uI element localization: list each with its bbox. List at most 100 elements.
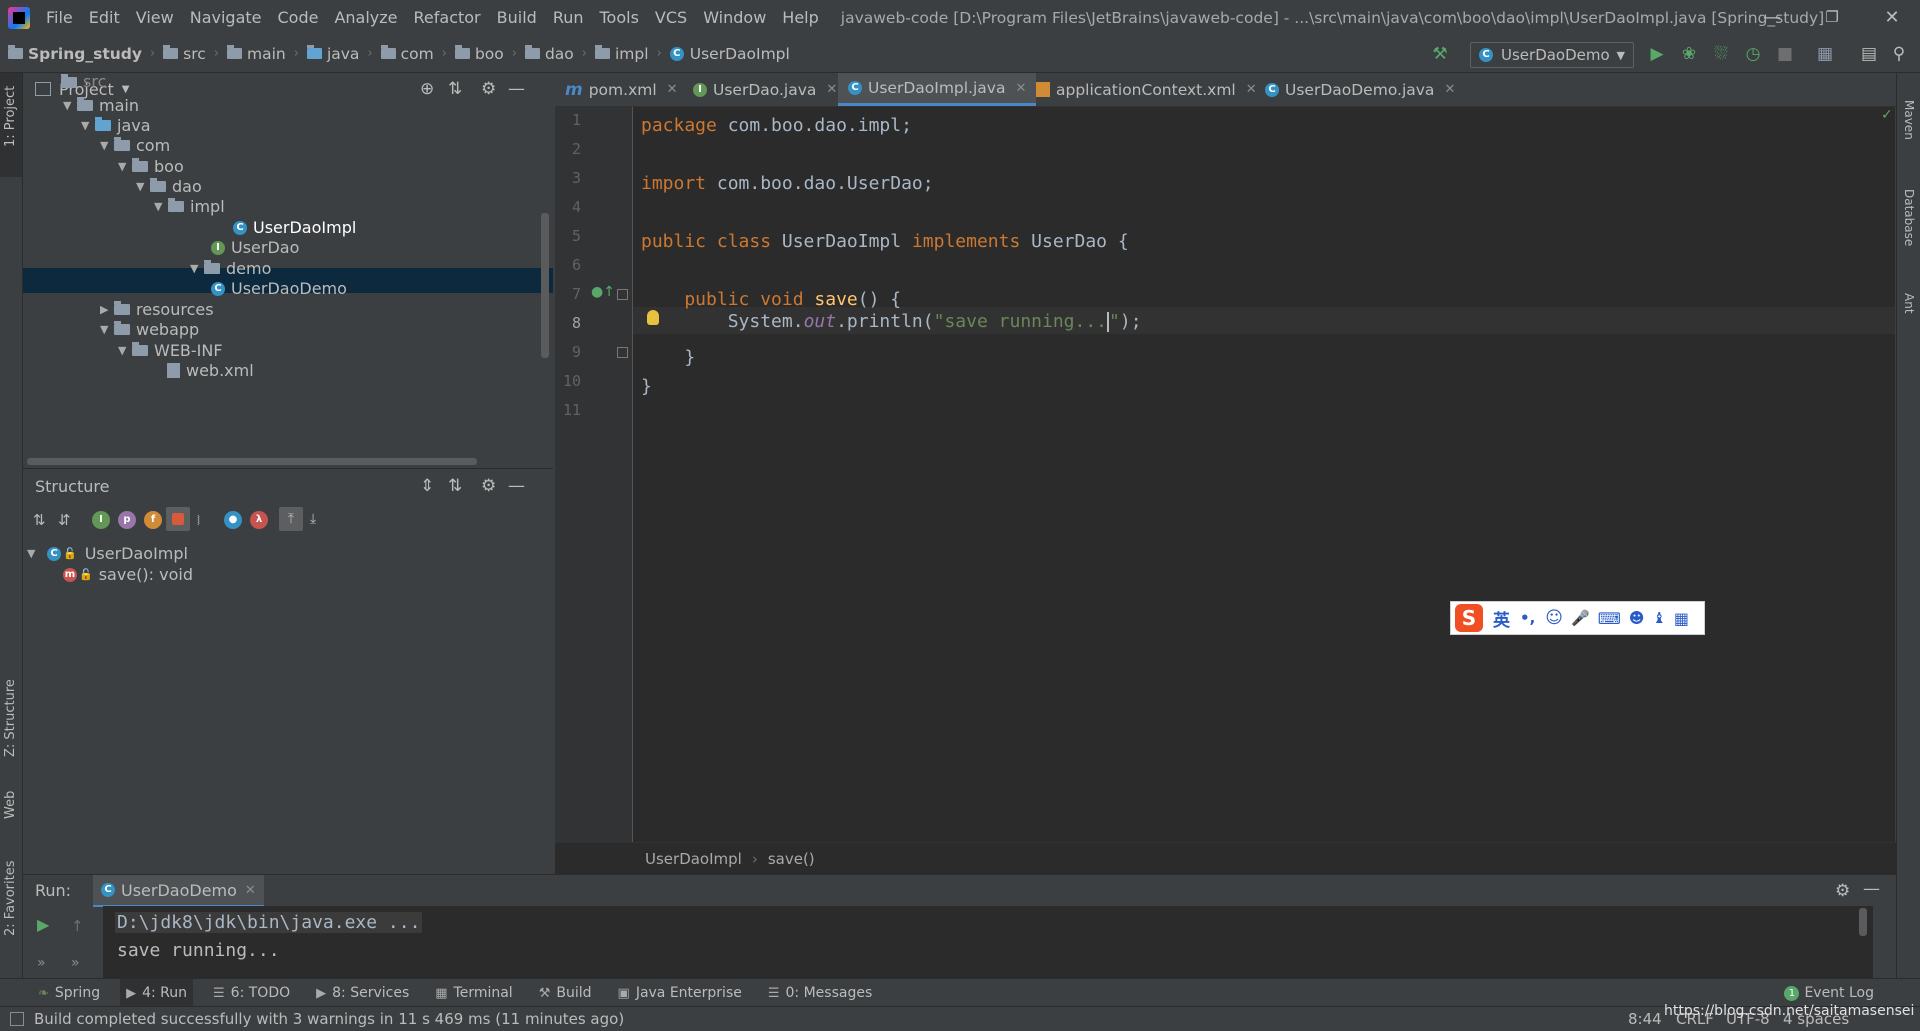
breadcrumb-impl[interactable]: impl › <box>587 45 662 63</box>
rerun-icon[interactable]: ▶ <box>37 915 49 934</box>
breadcrumb-boo[interactable]: boo › <box>447 45 517 63</box>
breadcrumb-main[interactable]: main › <box>219 45 299 63</box>
tool-windows-toggle-icon[interactable] <box>10 1012 24 1026</box>
menu-navigate[interactable]: Navigate <box>182 0 270 35</box>
close-tab-icon[interactable]: ✕ <box>1015 81 1026 96</box>
code-editor[interactable]: package com.boo.dao.impl; import com.boo… <box>633 107 1895 842</box>
skin-shirt-icon[interactable]: ♝ <box>1652 609 1665 627</box>
autoscroll-to-source-icon[interactable]: ⤒ <box>279 507 303 531</box>
status-message[interactable]: Build completed successfully with 3 warn… <box>34 1010 624 1028</box>
close-tab-icon[interactable]: ✕ <box>826 82 837 97</box>
maven-tool-tab[interactable]: Maven <box>1897 85 1920 155</box>
tool-tab-terminal[interactable]: ▦ Terminal <box>429 979 518 1007</box>
breadcrumb-java[interactable]: java › <box>299 45 373 63</box>
scroll-up-icon[interactable]: ↑ <box>71 917 84 935</box>
breadcrumb-class[interactable]: UserDaoImpl <box>645 850 742 868</box>
expand-triangle-icon[interactable]: ▼ <box>154 194 168 219</box>
sogou-logo-icon[interactable]: S <box>1455 604 1483 632</box>
breadcrumb-method[interactable]: save() <box>768 850 815 868</box>
expand-triangle-icon[interactable]: ▼ <box>100 133 114 158</box>
locate-icon[interactable]: ⊕ <box>420 79 434 99</box>
tree-item-src[interactable]: src <box>61 73 106 91</box>
gear-icon[interactable]: ⚙ <box>481 79 496 99</box>
run-tab-userdaodemo[interactable]: C UserDaoDemo ✕ <box>93 875 264 907</box>
breadcrumb-class[interactable]: C UserDaoImpl <box>662 45 790 63</box>
tool-tab-services[interactable]: ▶ 8: Services <box>310 979 415 1007</box>
expand-triangle-icon[interactable]: ▼ <box>100 317 114 342</box>
menu-file[interactable]: File <box>38 0 81 35</box>
more-actions-icon[interactable]: » <box>71 955 80 971</box>
ime-punctuation-toggle[interactable]: •, <box>1520 609 1535 627</box>
expand-triangle-icon[interactable]: ▼ <box>190 256 204 281</box>
hide-panel-icon[interactable]: — <box>508 79 525 99</box>
tree-item-web-xml[interactable]: web.xml <box>167 358 254 383</box>
debug-icon[interactable]: ❀ <box>1679 44 1699 64</box>
hide-panel-icon[interactable]: — <box>1863 879 1880 899</box>
implements-method-gutter-icon[interactable]: ●↑ <box>591 284 615 300</box>
tool-tab-java-enterprise[interactable]: ▣ Java Enterprise <box>612 979 748 1007</box>
close-tab-icon[interactable]: ✕ <box>667 82 678 97</box>
menu-help[interactable]: Help <box>774 0 826 35</box>
menu-build[interactable]: Build <box>489 0 545 35</box>
run-configuration-select[interactable]: C UserDaoDemo ▼ <box>1470 42 1634 68</box>
breadcrumb-dao[interactable]: dao › <box>517 45 587 63</box>
tab-userdaoimpl-java[interactable]: C UserDaoImpl.java ✕ <box>838 73 1037 106</box>
stop-icon[interactable]: ■ <box>1775 44 1795 64</box>
project-structure-icon[interactable]: ▦ <box>1815 44 1835 64</box>
toolbox-grid-icon[interactable]: ▦ <box>1674 609 1689 628</box>
emoji-icon[interactable]: ☺ <box>1545 608 1563 628</box>
breadcrumb-com[interactable]: com › <box>373 45 447 63</box>
structure-tool-tab[interactable]: Z: Structure <box>0 663 22 773</box>
build-hammer-icon[interactable]: ⚒ <box>1430 44 1450 64</box>
tree-item-userdaodemo[interactable]: C UserDaoDemo <box>211 276 347 301</box>
menu-tools[interactable]: Tools <box>592 0 647 35</box>
tool-tab-run[interactable]: ▶ 4: Run <box>120 979 194 1007</box>
menu-refactor[interactable]: Refactor <box>406 0 489 35</box>
database-tool-tab[interactable]: Database <box>1897 173 1920 263</box>
menu-vcs[interactable]: VCS <box>647 0 695 35</box>
menu-run[interactable]: Run <box>545 0 592 35</box>
tab-userdaodemo-java[interactable]: C UserDaoDemo.java ✕ <box>1265 73 1455 106</box>
search-icon[interactable]: ⚲ <box>1889 44 1909 64</box>
tree-item-impl[interactable]: ▼ impl <box>154 194 225 219</box>
tab-pom-xml[interactable]: m pom.xml ✕ <box>565 73 678 106</box>
collapse-all-icon[interactable]: ⇅ <box>448 79 462 99</box>
coverage-icon[interactable]: ⛆ <box>1711 44 1731 64</box>
intention-bulb-icon[interactable] <box>647 310 659 325</box>
show-properties-icon[interactable]: p <box>118 511 136 529</box>
show-inherited-icon[interactable]: I <box>92 511 110 529</box>
show-fields-icon[interactable]: f <box>144 511 162 529</box>
ime-language-toggle[interactable]: 英 <box>1493 606 1510 631</box>
structure-item-method[interactable]: m 🔓 save(): void <box>63 562 193 587</box>
project-tool-tab[interactable]: 1: Project <box>0 81 22 151</box>
hide-panel-icon[interactable]: — <box>508 476 525 496</box>
menu-window[interactable]: Window <box>695 0 774 35</box>
gear-icon[interactable]: ⚙ <box>1835 881 1850 901</box>
console-scrollbar[interactable] <box>1859 908 1867 936</box>
lambda-icon[interactable]: λ <box>250 511 268 529</box>
fold-icon[interactable] <box>617 289 628 300</box>
tool-tab-todo[interactable]: ☰ 6: TODO <box>207 979 296 1007</box>
menu-edit[interactable]: Edit <box>81 0 128 35</box>
tool-tab-build[interactable]: ⚒ Build <box>533 979 598 1007</box>
menu-analyze[interactable]: Analyze <box>326 0 405 35</box>
menu-view[interactable]: View <box>128 0 182 35</box>
minimize-window-icon[interactable]: — <box>1744 0 1800 35</box>
breadcrumb-project[interactable]: Spring_study › <box>0 45 155 63</box>
keyboard-icon[interactable]: ⌨ <box>1598 609 1621 628</box>
show-anonymous-icon[interactable]: ● <box>224 511 242 529</box>
tab-applicationcontext-xml[interactable]: applicationContext.xml ✕ <box>1036 73 1257 106</box>
presentation-icon[interactable]: ▤ <box>1859 44 1879 64</box>
close-tab-icon[interactable]: ✕ <box>245 883 256 898</box>
expand-triangle-icon[interactable]: ▼ <box>27 541 41 566</box>
favorites-tool-tab[interactable]: 2: Favorites <box>0 853 22 943</box>
run-icon[interactable]: ▶ <box>1647 44 1667 64</box>
microphone-icon[interactable]: 🎤 <box>1571 609 1590 627</box>
vertical-scrollbar[interactable] <box>541 213 549 358</box>
expand-triangle-icon[interactable]: ▼ <box>136 174 150 199</box>
close-window-icon[interactable]: ✕ <box>1864 0 1920 35</box>
ant-tool-tab[interactable]: Ant <box>1897 278 1920 328</box>
sort-alphabetically-icon[interactable]: ⇵ <box>58 511 71 529</box>
gear-icon[interactable]: ⚙ <box>481 476 496 496</box>
show-lambdas-icon[interactable]: ⧘ <box>197 511 200 529</box>
